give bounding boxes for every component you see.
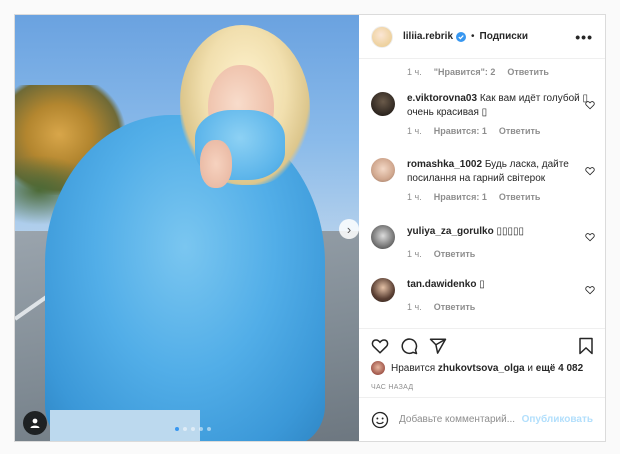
comment-like-heart-icon[interactable] [585,232,595,242]
share-icon[interactable] [429,337,447,355]
comment-text: yuliya_za_gorulko ▯▯▯▯▯ [407,225,597,239]
reply-button[interactable]: Ответить [499,126,541,136]
carousel-dot [191,427,195,431]
comment-item: yuliya_za_gorulko ▯▯▯▯▯ 1 ч. Ответить [371,225,597,259]
verified-badge-icon [456,31,467,42]
following-button[interactable]: Подписки [480,31,528,42]
comment-likes[interactable]: Нравится: 1 [434,192,487,202]
comment-body: ▯▯▯▯▯ [496,226,524,237]
more-options-icon[interactable]: ••• [575,29,593,45]
comment-meta: 1 ч. Ответить [407,302,597,312]
commenter-username[interactable]: e.viktorovna03 [407,93,477,104]
comment-time: 1 ч. [407,126,422,136]
photo-hand [200,140,232,188]
commenter-avatar[interactable] [371,158,395,182]
comment-item: tan.dawidenko ▯ 1 ч. Ответить [371,278,597,312]
commenter-username[interactable]: yuliya_za_gorulko [407,226,494,237]
comment-item: romashka_1002 Будь ласка, дайте посиланн… [371,158,597,202]
comment-like-heart-icon[interactable] [585,166,595,176]
comment-input[interactable] [399,414,519,425]
carousel-dot [207,427,211,431]
post-card: › liliia.rebrik • Подписки ••• 1 ч. "Нра… [14,14,606,442]
comment-icon[interactable] [400,337,418,355]
add-comment-bar: Опубликовать [359,397,605,441]
reply-button[interactable]: Ответить [507,67,549,77]
carousel-dot [183,427,187,431]
commenter-avatar[interactable] [371,278,395,302]
reply-button[interactable]: Ответить [499,192,541,202]
header-separator: • [471,31,475,42]
bookmark-icon[interactable] [577,337,595,355]
comment-likes[interactable]: Нравится: 1 [434,126,487,136]
carousel-dot [175,427,179,431]
post-time: ЧАС НАЗАД [371,384,414,391]
comment-like-heart-icon[interactable] [585,285,595,295]
author-avatar[interactable] [371,25,393,48]
comment-time: 1 ч. [407,302,422,312]
carousel-dot [199,427,203,431]
post-header: liliia.rebrik • Подписки ••• [359,15,605,59]
likes-conj: и [527,362,533,374]
post-actions [359,328,605,355]
likes-count[interactable]: ещё 4 082 [536,363,583,374]
commenter-username[interactable]: romashka_1002 [407,159,482,170]
comment-meta: 1 ч. Нравится: 1 Ответить [407,126,597,136]
carousel-next-button[interactable]: › [339,219,359,239]
reply-button[interactable]: Ответить [434,302,476,312]
post-photo[interactable]: › [15,15,359,441]
publish-button[interactable]: Опубликовать [522,414,593,425]
chevron-right-icon: › [346,221,352,237]
comment-meta: 1 ч. Ответить [407,249,597,259]
commenter-username[interactable]: tan.dawidenko [407,279,476,290]
post-side-panel: liliia.rebrik • Подписки ••• 1 ч. "Нрави… [359,15,605,441]
comment-body: ▯ [479,279,485,290]
likes-prefix: Нравится [391,362,436,374]
commenter-avatar[interactable] [371,92,395,116]
comment-like-heart-icon[interactable] [585,100,595,110]
user-tag-icon [30,418,40,428]
emoji-icon[interactable] [371,411,389,429]
comment-item: e.viktorovna03 Как вам идёт голубой ▯ оч… [371,92,597,136]
tagged-users-button[interactable] [23,411,47,435]
comment-text: romashka_1002 Будь ласка, дайте посиланн… [407,158,597,186]
comment-likes[interactable]: "Нравится": 2 [434,67,496,77]
liker-avatar[interactable] [371,361,385,375]
author-username[interactable]: liliia.rebrik [403,31,453,42]
comment-text: tan.dawidenko ▯ [407,278,597,292]
comment-meta: 1 ч. "Нравится": 2 Ответить [407,67,549,77]
commenter-avatar[interactable] [371,225,395,249]
heart-icon[interactable] [371,337,389,355]
carousel-dots [175,427,211,431]
likes-summary: Нравится zhukovtsova_olga и ещё 4 082 [371,361,583,375]
photo-jeans [50,410,200,441]
comment-meta: 1 ч. Нравится: 1 Ответить [407,192,597,202]
reply-button[interactable]: Ответить [434,249,476,259]
liker-username[interactable]: zhukovtsova_olga [438,363,525,374]
comment-time: 1 ч. [407,67,422,77]
comment-text: e.viktorovna03 Как вам идёт голубой ▯ оч… [407,92,597,120]
comment-time: 1 ч. [407,192,422,202]
comment-time: 1 ч. [407,249,422,259]
